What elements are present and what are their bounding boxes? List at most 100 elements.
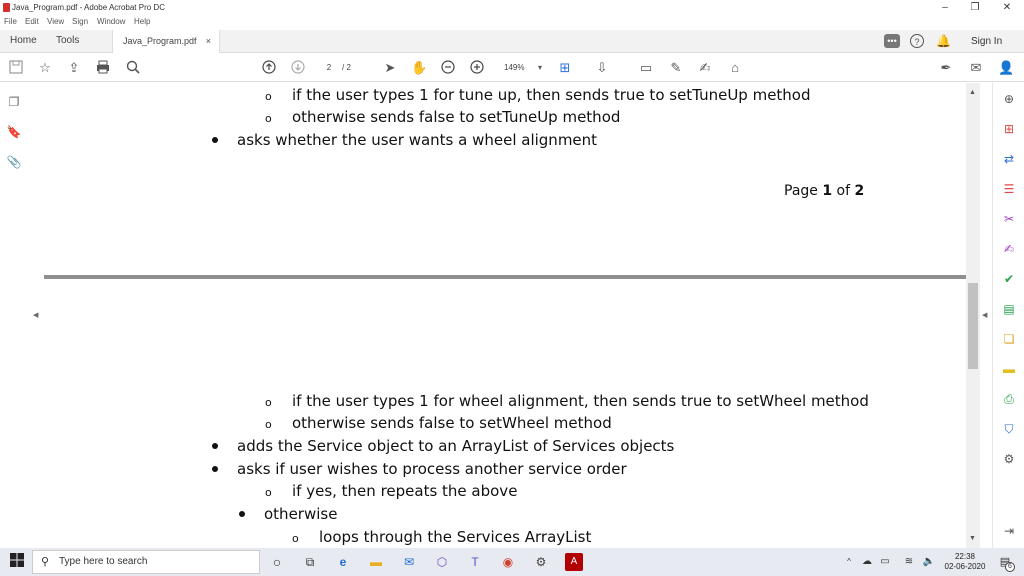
close-window-button[interactable]: ✕ [992,1,1022,15]
acrobat-logo-icon [3,3,10,12]
left-panel-collapse[interactable]: ◀ [28,83,44,548]
organize-pages-icon[interactable]: ☰ [1001,181,1017,197]
sub-bullet-icon: o [265,486,272,499]
volume-icon[interactable]: 🔈 [920,553,938,571]
page-number-input[interactable]: 2 [318,61,340,75]
restore-button[interactable]: ❐ [960,1,990,15]
collapse-left-icon[interactable]: ◀ [33,311,38,319]
battery-icon[interactable]: ▭ [876,553,894,571]
list-item: adds the Service object to an ArrayList … [237,437,675,455]
hand-tool-icon[interactable]: ✋ [411,60,427,76]
show-hidden-icons-icon[interactable]: ^ [840,553,858,571]
scroll-up-icon[interactable]: ▲ [969,89,976,96]
export-pdf-icon[interactable]: ⇄ [1001,151,1017,167]
menu-window[interactable]: Window [97,17,125,26]
menu-bar: File Edit View Sign Window Help [0,16,1024,29]
wifi-icon[interactable]: ≋ [900,553,918,571]
add-comment-icon[interactable]: ▭ [638,60,654,76]
cortana-icon[interactable]: ○ [268,553,286,571]
save-icon[interactable] [8,60,24,76]
next-page-icon[interactable] [290,60,306,76]
minimize-button[interactable]: – [930,1,960,15]
close-tab-icon[interactable]: × [206,30,211,52]
zoom-out-icon[interactable] [440,60,456,76]
menu-file[interactable]: File [4,17,17,26]
tab-document[interactable]: Java_Program.pdf × [112,30,220,53]
tab-home[interactable]: Home [10,30,37,53]
sub-bullet-icon: o [292,532,299,545]
menu-view[interactable]: View [47,17,64,26]
select-cursor-icon[interactable]: ➤ [382,60,398,76]
list-item: otherwise sends false to setWheel method [292,414,612,432]
sub-bullet-icon: o [265,396,272,409]
tab-bar: Home Tools Java_Program.pdf × ••• ? 🔔 Si… [0,30,1024,53]
print-icon[interactable] [95,60,111,76]
sign-pen-icon[interactable]: ✍ [697,60,713,76]
menu-help[interactable]: Help [134,17,150,26]
zoom-in-icon[interactable] [469,60,485,76]
edge-browser-icon[interactable]: e [334,553,352,571]
notification-bell-icon[interactable]: 🔔 [936,34,951,48]
chrome-icon[interactable]: ◉ [499,553,517,571]
previous-page-icon[interactable] [261,60,277,76]
sign-in-button[interactable]: Sign In [971,30,1002,53]
compare-files-icon[interactable]: ▤ [1001,301,1017,317]
acrobat-taskbar-icon[interactable]: A [565,553,583,571]
list-item: otherwise sends false to setTuneUp metho… [292,108,621,126]
list-item: asks if user wishes to process another s… [237,460,627,478]
windows-start-icon[interactable] [8,553,26,571]
create-pdf-icon[interactable]: ⊞ [1001,121,1017,137]
more-tools-icon[interactable]: ⚙ [1001,451,1017,467]
stamp-icon[interactable]: ⌂ [727,60,743,76]
comment-bubble-icon[interactable]: ••• [884,34,900,48]
onedrive-icon[interactable]: ☁ [858,553,876,571]
task-view-icon[interactable]: ⧉ [301,553,319,571]
tab-tools[interactable]: Tools [56,30,79,53]
teams-icon[interactable]: T [466,553,484,571]
mail-icon[interactable]: ✉ [400,553,418,571]
bookmark-star-icon[interactable]: ☆ [37,60,53,76]
collapse-panel-icon[interactable]: ⇥ [1001,523,1017,539]
zoom-search-icon[interactable]: ⊕ [1001,91,1017,107]
page-thumbnails-icon[interactable]: ❐ [6,95,22,111]
page-footer-prefix: Page [784,183,823,199]
search-icon[interactable] [125,60,141,76]
file-explorer-icon[interactable]: ▬ [367,553,385,571]
scrollbar-thumb[interactable] [968,283,978,369]
fill-sign-icon[interactable]: ✒ [938,60,954,76]
menu-sign[interactable]: Sign [72,17,88,26]
fit-page-icon[interactable]: ⊞ [557,60,573,76]
sub-bullet-icon: o [265,112,272,125]
email-icon[interactable]: ✉ [968,60,984,76]
scroll-mode-icon[interactable]: ⇩ [594,60,610,76]
edit-pdf-icon[interactable]: ✂ [1001,211,1017,227]
attachments-icon[interactable]: 📎 [6,155,22,171]
taskbar-clock[interactable]: 22:38 02-06-2020 [942,552,988,572]
taskbar-search-input[interactable]: ⚲ Type here to search [32,550,260,574]
office-app-icon[interactable]: ⬡ [433,553,451,571]
scroll-down-icon[interactable]: ▼ [969,535,976,542]
bookmarks-icon[interactable]: 🔖 [6,125,22,141]
tab-document-label: Java_Program.pdf [123,36,197,46]
document-viewport[interactable]: o if the user types 1 for tune up, then … [44,83,966,548]
share-user-icon[interactable]: 👤 [998,60,1014,76]
highlight-pen-icon[interactable]: ✎ [668,60,684,76]
comment-tool-icon[interactable]: ▬ [1001,361,1017,377]
vertical-scrollbar[interactable]: ▲ ▼ [966,83,980,548]
settings-gear-icon[interactable]: ⚙ [532,553,550,571]
print-production-icon[interactable]: ⎙ [1001,391,1017,407]
upload-cloud-icon[interactable]: ⇪ [66,60,82,76]
bullet-icon [239,511,245,517]
fill-sign-tool-icon[interactable]: ✍ [1001,241,1017,257]
chevron-down-icon[interactable]: ▾ [532,60,548,76]
taskbar-search-placeholder: Type here to search [59,556,148,567]
protect-icon[interactable]: ⛉ [1001,421,1017,437]
combine-files-icon[interactable]: ❏ [1001,331,1017,347]
help-icon[interactable]: ? [910,34,924,48]
menu-edit[interactable]: Edit [25,17,39,26]
page-footer-total: 2 [854,183,865,199]
clock-date: 02-06-2020 [944,562,986,571]
send-for-signature-icon[interactable]: ✔ [1001,271,1017,287]
expand-right-panel-icon[interactable]: ◀ [982,311,987,319]
page-footer-mid: of [832,183,855,199]
